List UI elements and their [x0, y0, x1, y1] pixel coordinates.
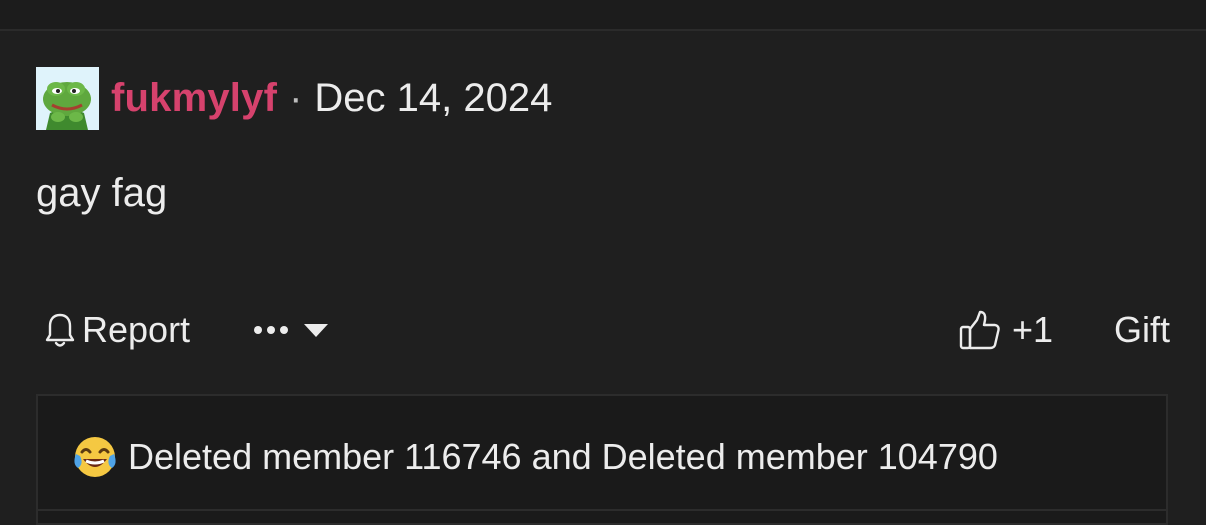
- post-actions: Report +1 Gift: [36, 306, 1170, 354]
- top-bar: [0, 0, 1206, 31]
- reactions-divider: [38, 509, 1166, 523]
- report-label: Report: [82, 309, 191, 350]
- reaction-users-text: Deleted member 116746 and Deleted member…: [128, 436, 998, 477]
- frog-avatar-icon: [36, 67, 99, 130]
- caret-down-icon: [304, 324, 328, 337]
- header-separator: ·: [289, 76, 303, 120]
- post-header: fukmylyf · Dec 14, 2024: [36, 67, 552, 130]
- like-count: +1: [1012, 309, 1054, 350]
- username-link[interactable]: fukmylyf: [111, 76, 277, 121]
- post-message: gay fag: [36, 171, 168, 215]
- bell-icon: [45, 313, 75, 347]
- more-options-button[interactable]: [252, 306, 330, 354]
- ellipsis-icon: [254, 326, 288, 334]
- reactions-summary[interactable]: Deleted member 116746 and Deleted member…: [72, 432, 998, 482]
- report-button[interactable]: Report: [44, 306, 190, 354]
- gift-button[interactable]: Gift: [1114, 306, 1170, 354]
- post-date[interactable]: Dec 14, 2024: [314, 76, 552, 121]
- avatar[interactable]: [36, 67, 99, 130]
- reactions-bar: Deleted member 116746 and Deleted member…: [36, 394, 1168, 525]
- post-container: fukmylyf · Dec 14, 2024 gay fag Report +…: [0, 31, 1206, 525]
- thumbs-up-icon: [959, 310, 1000, 350]
- like-button[interactable]: +1: [958, 306, 1053, 354]
- tears-of-joy-emoji-icon: [74, 437, 116, 477]
